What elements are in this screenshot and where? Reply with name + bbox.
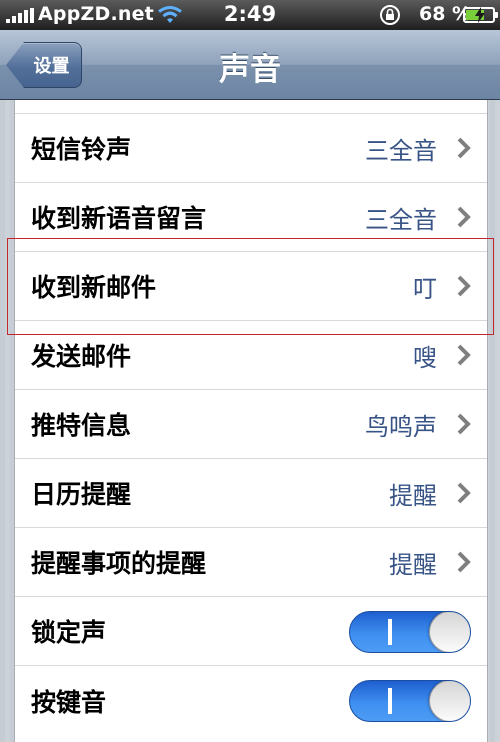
- row-label: 短信铃声: [31, 135, 132, 164]
- settings-table: 短信铃声 三全音 收到新语音留言 三全音 收到新邮件 叮 发送邮件 嗖 推特信息…: [14, 100, 488, 742]
- row-label: 日历提醒: [31, 480, 132, 509]
- table-row-lock-sound: 锁定声: [15, 597, 487, 666]
- table-row-tweet[interactable]: 推特信息 鸟鸣声: [15, 390, 487, 459]
- row-value: 提醒: [389, 481, 437, 510]
- row-value: 三全音: [365, 205, 437, 234]
- row-value: 鸟鸣声: [365, 412, 437, 441]
- toggle-on-mark: [388, 688, 392, 714]
- table-row-partial: [15, 100, 487, 114]
- row-value: 提醒: [389, 550, 437, 579]
- lock-sound-toggle[interactable]: [349, 611, 471, 653]
- row-label: 收到新语音留言: [31, 204, 207, 233]
- chevron-right-icon: [457, 137, 471, 159]
- row-value: 嗖: [413, 343, 437, 372]
- row-label: 推特信息: [31, 411, 132, 440]
- toggle-on-mark: [388, 619, 392, 645]
- table-row-calendar-alert[interactable]: 日历提醒 提醒: [15, 459, 487, 528]
- charging-bolt-icon: [475, 7, 485, 23]
- table-row-reminder-alert[interactable]: 提醒事项的提醒 提醒: [15, 528, 487, 597]
- row-label: 提醒事项的提醒: [31, 549, 207, 578]
- chevron-right-icon: [457, 551, 471, 573]
- table-row-keyboard-clicks: 按键音: [15, 666, 487, 735]
- battery-icon: [463, 7, 498, 23]
- chevron-right-icon: [457, 482, 471, 504]
- page-title: 声音: [219, 52, 281, 88]
- row-value: 三全音: [365, 136, 437, 165]
- toggle-knob: [429, 681, 470, 721]
- highlight-box: [7, 238, 494, 335]
- keyboard-clicks-toggle[interactable]: [349, 680, 471, 722]
- rotation-lock-icon: [380, 5, 400, 25]
- status-bar: AppZD.net 2:49 68 %: [0, 0, 500, 30]
- chevron-right-icon: [457, 344, 471, 366]
- chevron-right-icon: [457, 413, 471, 435]
- row-label: 锁定声: [31, 618, 107, 647]
- table-row-sms-tone[interactable]: 短信铃声 三全音: [15, 114, 487, 183]
- toggle-knob: [429, 612, 470, 652]
- chevron-right-icon: [457, 206, 471, 228]
- navigation-bar: 设置 声音: [0, 30, 500, 100]
- row-label: 发送邮件: [31, 342, 132, 371]
- row-label: 按键音: [31, 687, 107, 717]
